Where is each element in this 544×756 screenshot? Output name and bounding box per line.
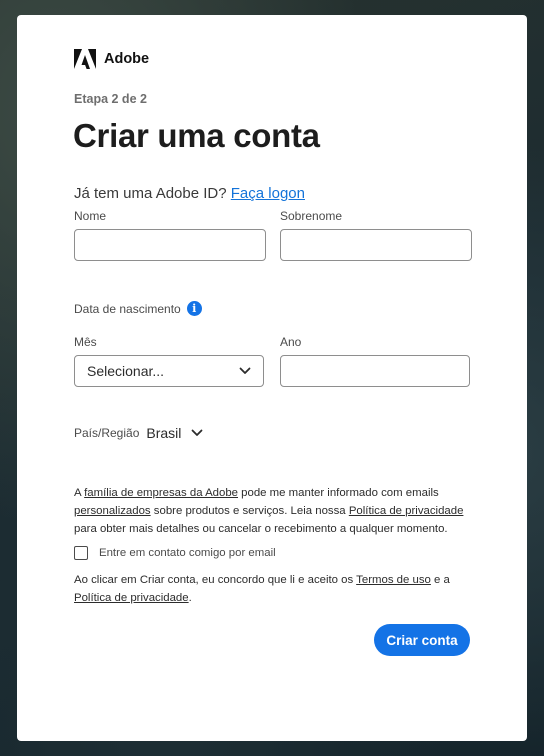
- terms-text-3: .: [188, 592, 192, 604]
- chevron-down-icon: [191, 429, 203, 436]
- consent-text-1: A: [74, 487, 85, 499]
- first-name-input[interactable]: [74, 229, 266, 261]
- last-name-label: Sobrenome: [280, 209, 343, 223]
- birth-date-row: Data de nascimento i: [74, 301, 202, 316]
- signin-prompt-text: Já tem uma Adobe ID?: [74, 185, 227, 202]
- birth-date-label: Data de nascimento: [74, 301, 181, 316]
- terms-of-use-link[interactable]: Termos de uso: [356, 574, 431, 586]
- signin-prompt: Já tem uma Adobe ID? Faça logon: [74, 185, 305, 202]
- signup-card: Adobe Etapa 2 de 2 Criar uma conta Já te…: [17, 15, 527, 741]
- year-label: Ano: [280, 335, 302, 349]
- country-label: País/Região: [74, 426, 140, 440]
- first-name-label: Nome: [74, 209, 107, 223]
- consent-text-3: sobre produtos e serviços. Leia nossa: [150, 505, 349, 517]
- step-indicator: Etapa 2 de 2: [74, 92, 147, 106]
- consent-text-4: para obter mais detalhes ou cancelar o r…: [74, 523, 448, 535]
- contact-checkbox-row[interactable]: Entre em contato comigo por email: [74, 546, 276, 560]
- brand: Adobe: [74, 49, 149, 69]
- terms-text-1: Ao clicar em Criar conta, eu concordo qu…: [74, 574, 357, 586]
- create-account-button[interactable]: Criar conta: [374, 624, 470, 656]
- country-value: Brasil: [146, 425, 182, 441]
- page-title: Criar uma conta: [73, 117, 320, 154]
- privacy-policy-link[interactable]: Política de privacidade: [349, 505, 464, 517]
- personalized-link[interactable]: personalizados: [74, 505, 151, 517]
- terms-text: Ao clicar em Criar conta, eu concordo qu…: [74, 571, 488, 607]
- year-input[interactable]: [280, 355, 470, 387]
- month-label: Mês: [74, 335, 97, 349]
- signin-link[interactable]: Faça logon: [231, 185, 305, 202]
- marketing-consent-text: A família de empresas da Adobe pode me m…: [74, 484, 488, 538]
- country-selector[interactable]: País/Região Brasil: [74, 425, 203, 441]
- month-select[interactable]: Selecionar...: [74, 355, 264, 387]
- terms-text-2: e a: [430, 574, 450, 586]
- terms-privacy-link[interactable]: Política de privacidade: [74, 592, 189, 604]
- adobe-logo-icon: [74, 49, 96, 69]
- last-name-input[interactable]: [280, 229, 472, 261]
- chevron-down-icon: [239, 367, 251, 374]
- brand-name: Adobe: [104, 51, 150, 67]
- contact-checkbox-label: Entre em contato comigo por email: [99, 547, 276, 559]
- month-select-value: Selecionar...: [87, 363, 165, 379]
- contact-checkbox[interactable]: [74, 546, 88, 560]
- consent-text-2: pode me manter informado com emails: [238, 487, 439, 499]
- adobe-family-link[interactable]: família de empresas da Adobe: [84, 487, 238, 499]
- info-icon[interactable]: i: [186, 301, 202, 316]
